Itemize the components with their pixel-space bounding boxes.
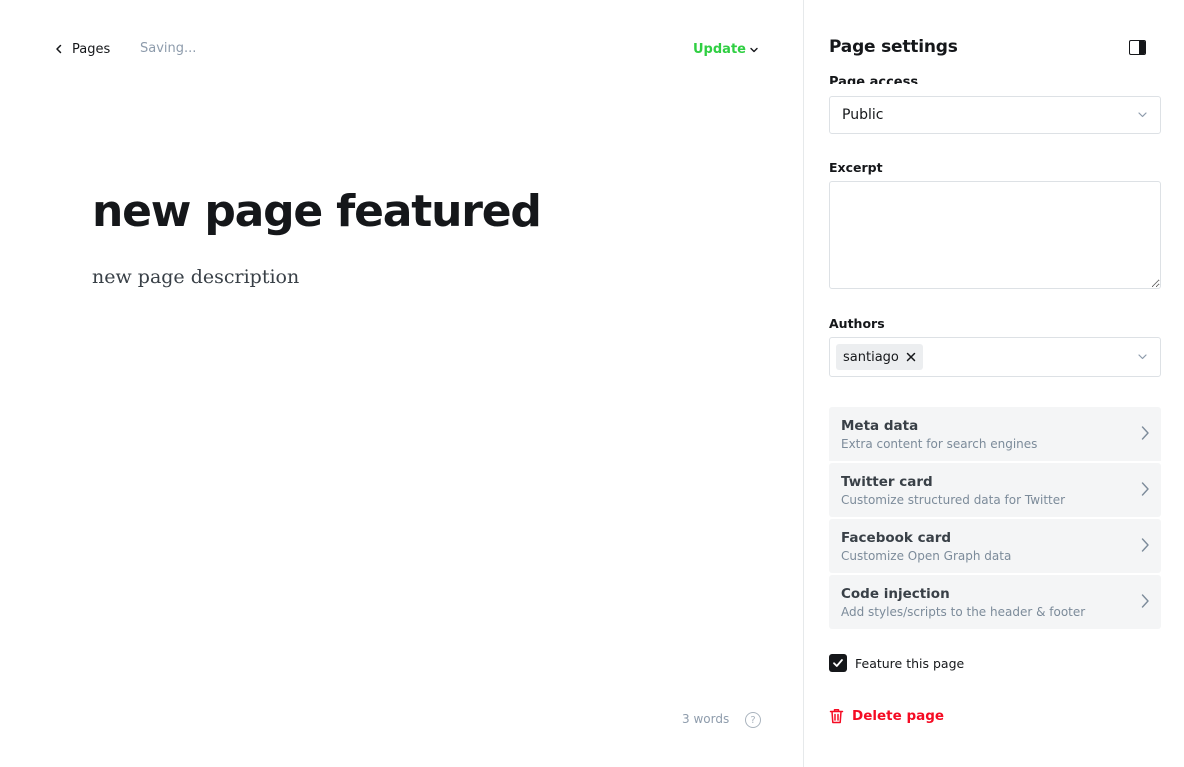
page-access-value: Public: [842, 107, 884, 123]
page-access-label: Page access: [829, 75, 919, 84]
post-excerpt[interactable]: new page description: [92, 266, 299, 288]
menu-item-code-injection[interactable]: Code injection Add styles/scripts to the…: [829, 575, 1161, 629]
menu-item-title: Meta data: [841, 418, 919, 434]
close-icon[interactable]: [906, 352, 916, 362]
chevron-down-icon: [1138, 112, 1147, 118]
chevron-right-icon: [1141, 426, 1149, 440]
feature-page-checkbox[interactable]: [829, 654, 847, 672]
menu-item-subtitle: Extra content for search engines: [841, 437, 1038, 451]
back-link-label: Pages: [72, 41, 111, 57]
settings-title: Page settings: [829, 37, 958, 57]
help-icon[interactable]: ?: [745, 712, 761, 728]
menu-item-meta-data[interactable]: Meta data Extra content for search engin…: [829, 407, 1161, 461]
post-title[interactable]: new page featured: [92, 186, 542, 237]
feature-page-toggle[interactable]: Feature this page: [829, 654, 964, 672]
menu-item-title: Twitter card: [841, 474, 933, 490]
page-editor-app: Pages Saving... Update new page featured…: [0, 0, 1184, 767]
menu-item-title: Facebook card: [841, 530, 952, 546]
menu-item-subtitle: Add styles/scripts to the header & foote…: [841, 605, 1086, 619]
delete-page-button[interactable]: Delete page: [829, 708, 944, 724]
menu-item-subtitle: Customize Open Graph data: [841, 549, 1012, 563]
save-status: Saving...: [140, 41, 197, 56]
back-to-pages-link[interactable]: Pages: [54, 39, 110, 59]
chevron-down-icon[interactable]: [1137, 351, 1148, 362]
editor-pane: Pages Saving... Update new page featured…: [0, 0, 803, 767]
feature-page-label: Feature this page: [855, 655, 965, 671]
sidebar-toggle-icon[interactable]: [1129, 40, 1146, 55]
page-settings-panel: Page settings Page access Public Excerpt…: [803, 0, 1184, 767]
update-label: Update: [693, 41, 746, 57]
checkmark-icon: [833, 659, 843, 667]
delete-page-label: Delete page: [852, 708, 945, 724]
menu-item-facebook-card[interactable]: Facebook card Customize Open Graph data: [829, 519, 1161, 573]
chevron-right-icon: [1141, 538, 1149, 552]
authors-label: Authors: [829, 316, 885, 331]
menu-item-twitter-card[interactable]: Twitter card Customize structured data f…: [829, 463, 1161, 517]
authors-input[interactable]: santiago: [829, 337, 1161, 377]
word-count: 3 words: [682, 712, 730, 726]
chevron-right-icon: [1141, 594, 1149, 608]
trash-icon: [829, 709, 844, 724]
excerpt-label: Excerpt: [829, 160, 883, 175]
editor-topbar: Pages Saving... Update: [0, 0, 803, 98]
settings-menu-list: Meta data Extra content for search engin…: [829, 407, 1161, 631]
page-access-select[interactable]: Public: [829, 96, 1161, 134]
chevron-left-icon: [56, 44, 62, 54]
chevron-down-icon: [750, 47, 758, 53]
menu-item-subtitle: Customize structured data for Twitter: [841, 493, 1066, 507]
excerpt-textarea[interactable]: [829, 181, 1161, 289]
update-button[interactable]: Update: [693, 40, 759, 58]
author-token: santiago: [836, 344, 923, 370]
menu-item-title: Code injection: [841, 586, 950, 602]
author-name: santiago: [843, 349, 899, 365]
chevron-right-icon: [1141, 482, 1149, 496]
